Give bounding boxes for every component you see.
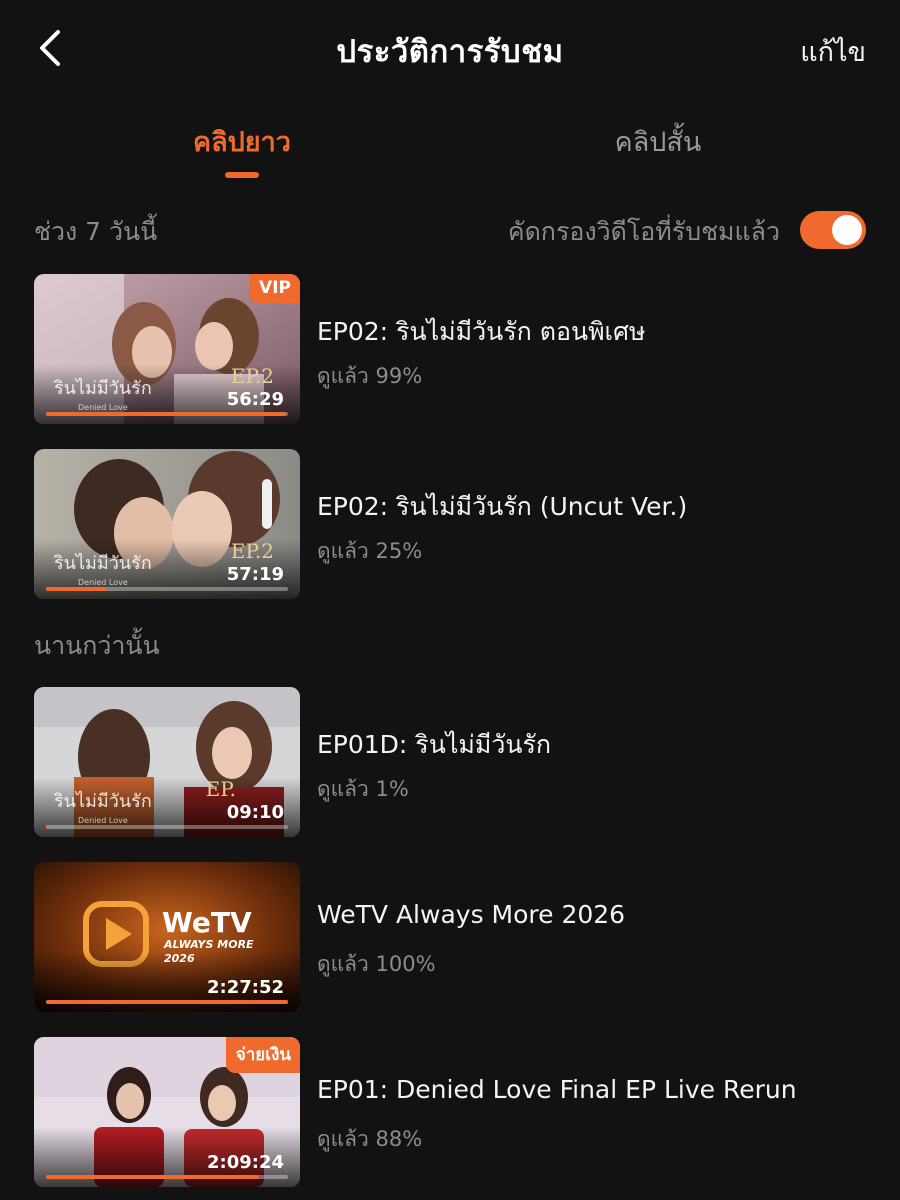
watched-percent: ดูแล้ว 100% (317, 952, 436, 976)
toggle-knob (832, 215, 862, 245)
video-thumbnail[interactable]: WeTV ALWAYS MORE 2026 2:27:52 (34, 862, 300, 1012)
watch-progress-fill (46, 1000, 288, 1004)
history-item[interactable]: รินไม่มีวันรัก Denied Love EP.2 VIP 56:2… (34, 274, 866, 424)
watch-progress-bar (46, 412, 288, 416)
edit-button[interactable]: แก้ไข (800, 30, 866, 73)
watched-percent: ดูแล้ว 25% (317, 539, 423, 563)
watch-progress-fill (46, 587, 107, 591)
wetv-year: 2026 (164, 952, 195, 965)
show-logo-text: รินไม่มีวันรัก (54, 378, 152, 399)
tab-long-clips[interactable]: คลิปยาว (192, 120, 292, 163)
video-title[interactable]: EP01D: รินไม่มีวันรัก (317, 725, 551, 765)
page-title: ประวัติการรับชม (336, 34, 564, 70)
tab-short-clips[interactable]: คลิปสั้น (608, 120, 708, 163)
watch-progress-bar (46, 1175, 288, 1179)
video-title[interactable]: EP01: Denied Love Final EP Live Rerun (317, 1075, 797, 1104)
watched-percent: ดูแล้ว 99% (317, 364, 423, 388)
watch-progress-bar (46, 1000, 288, 1004)
show-logo-subtitle: Denied Love (78, 816, 128, 825)
watch-progress-fill (46, 412, 286, 416)
tab-bar: คลิปยาว คลิปสั้น (0, 110, 900, 180)
duration-label: 57:19 (226, 564, 284, 585)
watch-history-screen: ประวัติการรับชม แก้ไข คลิปยาว คลิปสั้น ช… (0, 0, 900, 1200)
history-item[interactable]: จ่ายเงิน 2:09:24 EP01: Denied Love Final… (34, 1037, 866, 1187)
header: ประวัติการรับชม แก้ไข (0, 0, 900, 95)
show-logo-subtitle: Denied Love (78, 403, 128, 412)
watched-percent: ดูแล้ว 1% (317, 777, 409, 801)
wetv-tagline: ALWAYS MORE (164, 938, 254, 951)
watch-progress-fill (46, 1175, 259, 1179)
video-thumbnail[interactable]: รินไม่มีวันรัก Denied Love EP.2 57:19 (34, 449, 300, 599)
duration-label: 56:29 (226, 389, 284, 410)
duration-label: 09:10 (226, 802, 284, 823)
duration-label: 2:09:24 (206, 1152, 284, 1173)
watch-progress-bar (46, 587, 288, 591)
video-thumbnail[interactable]: รินไม่มีวันรัก Denied Love EP.2 VIP 56:2… (34, 274, 300, 424)
episode-stamp: EP. (205, 777, 236, 801)
vip-badge: VIP (249, 274, 300, 303)
history-item[interactable]: WeTV ALWAYS MORE 2026 2:27:52 WeTV Alway… (34, 862, 866, 1012)
watched-percent: ดูแล้ว 88% (317, 1127, 423, 1151)
show-logo-text: รินไม่มีวันรัก (54, 553, 152, 574)
history-item[interactable]: รินไม่มีวันรัก Denied Love EP.2 57:19 EP… (34, 449, 866, 599)
episode-stamp: EP.2 (230, 364, 274, 388)
paid-badge: จ่ายเงิน (225, 1037, 300, 1073)
video-title[interactable]: EP02: รินไม่มีวันรัก (Uncut Ver.) (317, 487, 687, 527)
active-tab-indicator (225, 172, 259, 178)
watch-progress-fill (46, 825, 49, 829)
video-thumbnail[interactable]: รินไม่มีวันรัก Denied Love EP. 09:10 (34, 687, 300, 837)
watched-filter-label: คัดกรองวิดีโอที่รับชมแล้ว (507, 217, 780, 246)
video-title[interactable]: WeTV Always More 2026 (317, 900, 625, 929)
episode-stamp: EP.2 (230, 539, 274, 563)
history-item[interactable]: รินไม่มีวันรัก Denied Love EP. 09:10 EP0… (34, 687, 866, 837)
show-logo-text: รินไม่มีวันรัก (54, 791, 152, 812)
wetv-logo-text: WeTV (162, 906, 252, 939)
video-thumbnail[interactable]: จ่ายเงิน 2:09:24 (34, 1037, 300, 1187)
video-title[interactable]: EP02: รินไม่มีวันรัก ตอนพิเศษ (317, 312, 645, 352)
show-logo-subtitle: Denied Love (78, 578, 128, 587)
period-section-label: ช่วง 7 วันนี้ (34, 217, 158, 246)
older-section-label: นานกว่านั้น (34, 631, 160, 660)
duration-label: 2:27:52 (206, 977, 284, 998)
watched-filter-toggle[interactable] (800, 211, 866, 249)
watch-progress-bar (46, 825, 288, 829)
